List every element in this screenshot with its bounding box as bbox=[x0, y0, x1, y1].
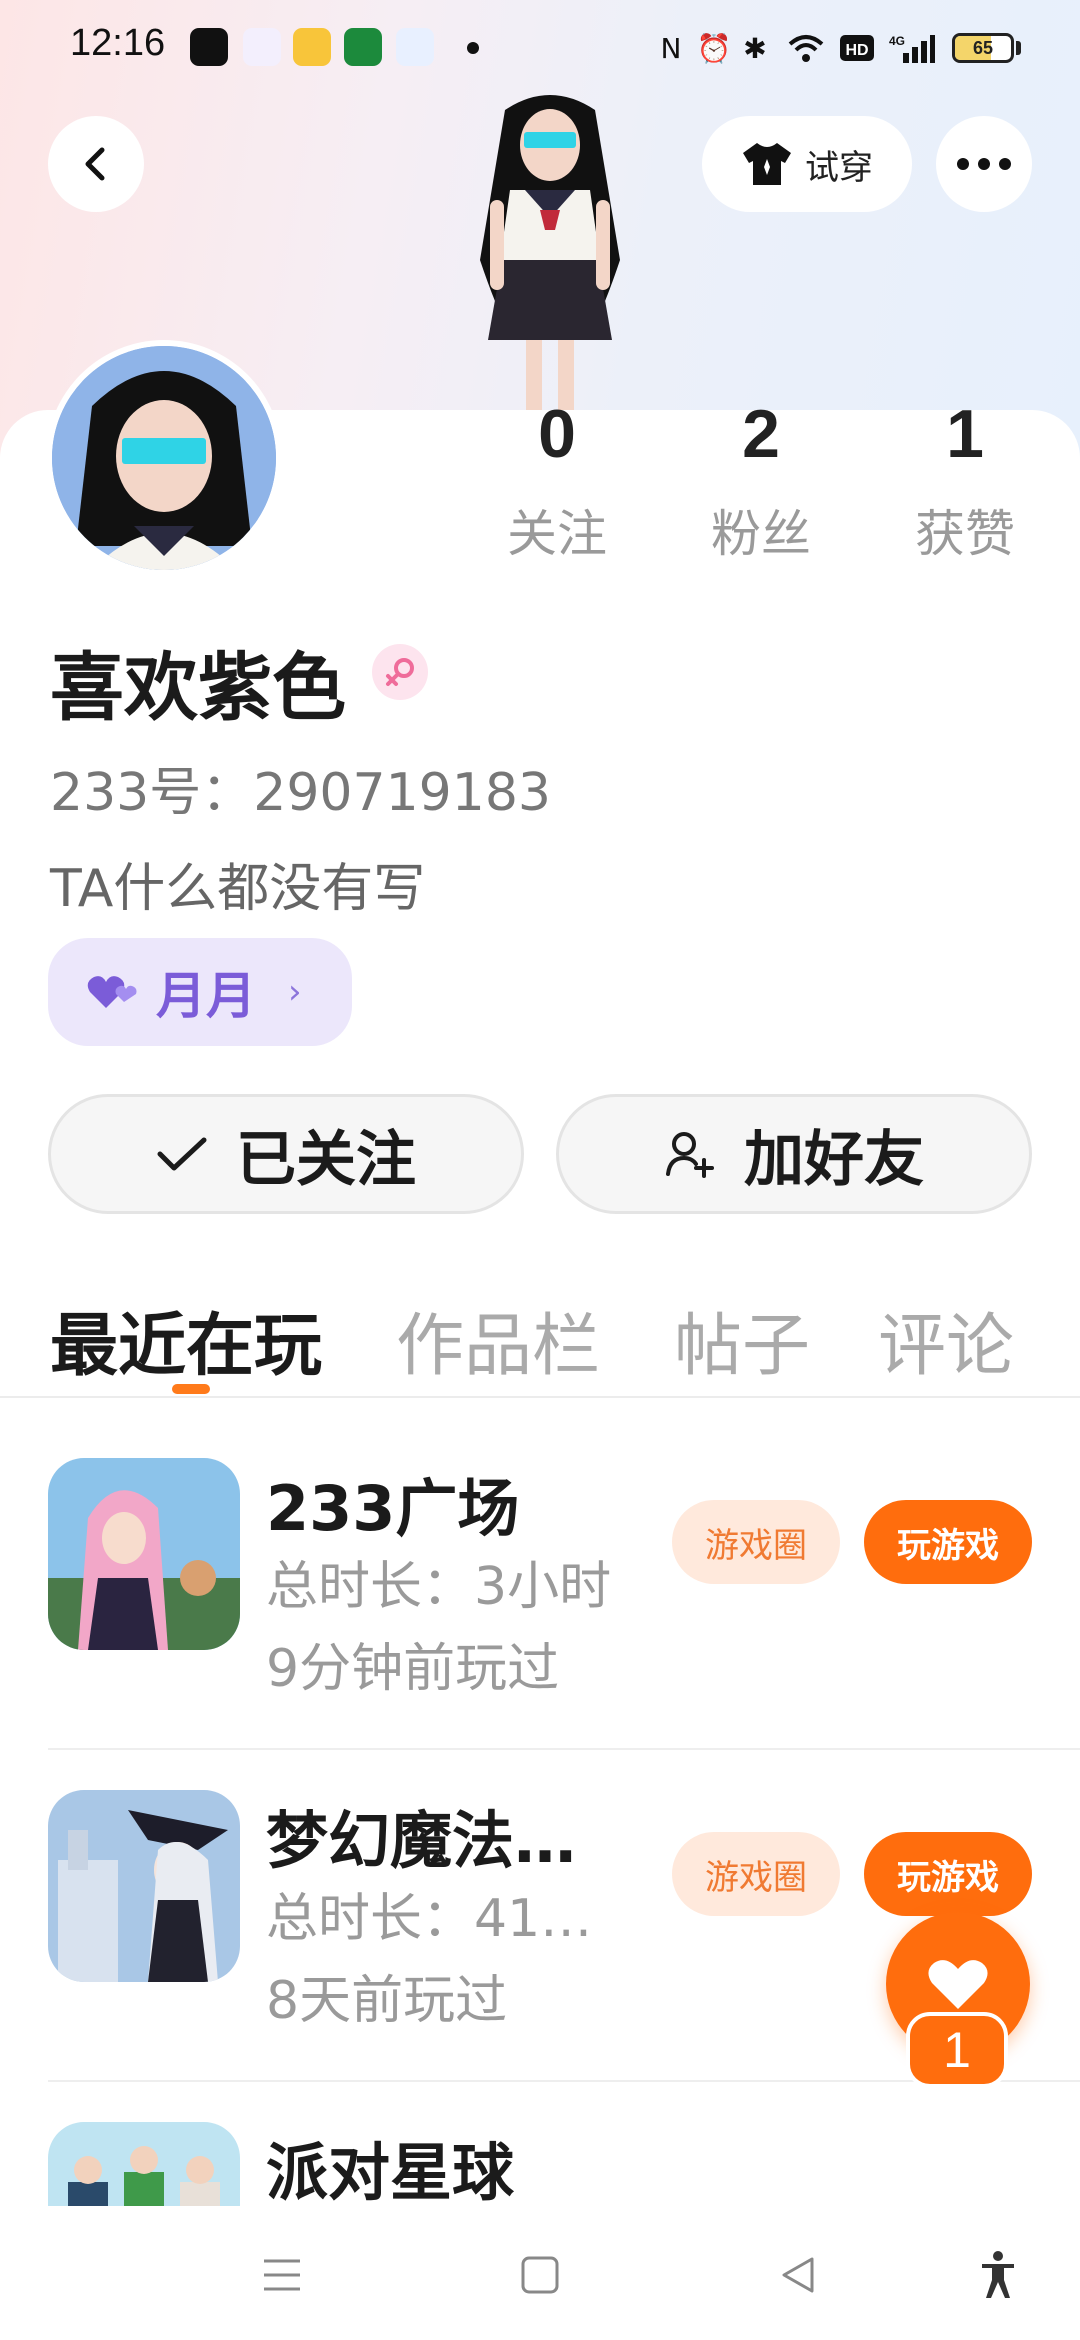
following-count: 0 bbox=[538, 396, 576, 472]
shirt-icon bbox=[743, 143, 791, 185]
status-time: 12:16 bbox=[70, 22, 166, 64]
tab-recently-played[interactable]: 最近在玩 bbox=[50, 1290, 322, 1389]
likes-label: 获赞 bbox=[915, 505, 1015, 563]
game-last-played: 8天前玩过 bbox=[266, 1971, 508, 2031]
add-friend-label: 加好友 bbox=[744, 1124, 924, 1195]
status-bar: 12:16 N ⏰ ✱ HD 4G 65 bbox=[0, 0, 1080, 96]
check-icon bbox=[157, 1137, 207, 1171]
cp-tag[interactable]: 月月 › bbox=[48, 938, 352, 1046]
home-icon[interactable] bbox=[510, 2250, 570, 2300]
followed-label: 已关注 bbox=[236, 1124, 416, 1195]
heart-icon bbox=[928, 1960, 988, 2009]
following-label: 关注 bbox=[507, 505, 607, 563]
tabs-divider bbox=[0, 1396, 1080, 1398]
game-name: 梦幻魔法… bbox=[266, 1804, 577, 1877]
nfc-icon: N bbox=[660, 31, 682, 65]
battery-indicator: 65 bbox=[952, 33, 1014, 63]
followed-button[interactable]: 已关注 bbox=[48, 1094, 524, 1214]
accessibility-icon[interactable] bbox=[968, 2250, 1028, 2300]
wifi-icon bbox=[784, 30, 828, 66]
likes-count: 1 bbox=[946, 396, 984, 472]
more-options-button[interactable] bbox=[936, 116, 1032, 212]
game-name: 233广场 bbox=[266, 1472, 520, 1545]
female-gender-icon bbox=[372, 644, 428, 700]
back-triangle-icon[interactable] bbox=[768, 2250, 828, 2300]
stat-following[interactable]: 0 关注 bbox=[482, 400, 632, 566]
system-navigation-bar bbox=[0, 2206, 1080, 2340]
play-game-button[interactable]: 玩游戏 bbox=[864, 1500, 1032, 1584]
avatar-character-model bbox=[430, 90, 670, 420]
more-dots-icon bbox=[957, 158, 1011, 170]
profile-tabs: 最近在玩 作品栏 帖子 评论 bbox=[0, 1280, 1080, 1398]
tab-comments[interactable]: 评论 bbox=[878, 1290, 1014, 1389]
cp-tag-label: 月月 bbox=[156, 967, 256, 1025]
stat-followers[interactable]: 2 粉丝 bbox=[686, 400, 836, 566]
double-heart-icon bbox=[87, 976, 137, 1008]
followers-count: 2 bbox=[742, 396, 780, 472]
svg-text:4G: 4G bbox=[889, 34, 905, 48]
tiktok-app-icon bbox=[190, 28, 228, 66]
game-duration: 总时长：3小时 bbox=[266, 1557, 612, 1617]
tab-works[interactable]: 作品栏 bbox=[396, 1290, 600, 1389]
svg-text:HD: HD bbox=[845, 42, 868, 59]
try-on-label: 试穿 bbox=[805, 147, 873, 188]
chat-app-icon bbox=[243, 28, 281, 66]
alarm-icon: ⏰ bbox=[696, 31, 732, 65]
tab-posts[interactable]: 帖子 bbox=[674, 1290, 810, 1389]
battery-level: 65 bbox=[972, 37, 994, 58]
game-icon-dream-magic bbox=[48, 1790, 240, 1982]
avatar[interactable] bbox=[46, 340, 282, 576]
followers-label: 粉丝 bbox=[711, 505, 811, 563]
chevron-left-icon bbox=[85, 147, 105, 181]
game-last-played: 9分钟前玩过 bbox=[266, 1639, 560, 1699]
menu-icon[interactable] bbox=[252, 2250, 312, 2300]
bluetooth-icon: ✱ bbox=[743, 31, 767, 65]
game-row[interactable]: 233广场 总时长：3小时 9分钟前玩过 游戏圈 玩游戏 bbox=[0, 1418, 1080, 1750]
try-on-button[interactable]: 试穿 bbox=[702, 116, 912, 212]
hd-icon: HD bbox=[840, 30, 874, 66]
play-game-button[interactable]: 玩游戏 bbox=[864, 1832, 1032, 1916]
game-duration: 总时长：41… bbox=[266, 1889, 593, 1949]
game-circle-button[interactable]: 游戏圈 bbox=[672, 1500, 840, 1584]
username: 喜欢紫色 bbox=[50, 645, 346, 731]
add-friend-button[interactable]: 加好友 bbox=[556, 1094, 1032, 1214]
cloud-app-icon bbox=[396, 28, 434, 66]
battery-nub bbox=[1016, 41, 1021, 55]
game-name: 派对星球 bbox=[266, 2136, 515, 2209]
oppo-app-icon bbox=[344, 28, 382, 66]
chevron-right-icon: › bbox=[288, 972, 302, 1012]
user-id: 233号：290719183 bbox=[50, 763, 552, 823]
more-notifications-icon bbox=[467, 42, 479, 54]
active-tab-indicator bbox=[172, 1384, 210, 1394]
game-circle-button[interactable]: 游戏圈 bbox=[672, 1832, 840, 1916]
notes-app-icon bbox=[293, 28, 331, 66]
user-bio: TA什么都没有写 bbox=[50, 859, 426, 919]
add-user-icon bbox=[666, 1132, 714, 1178]
signal-icon: 4G bbox=[888, 30, 936, 66]
stat-likes[interactable]: 1 获赞 bbox=[890, 400, 1040, 566]
back-button[interactable] bbox=[48, 116, 144, 212]
like-count-badge: 1 bbox=[906, 2012, 1008, 2088]
game-icon-233-plaza bbox=[48, 1458, 240, 1650]
